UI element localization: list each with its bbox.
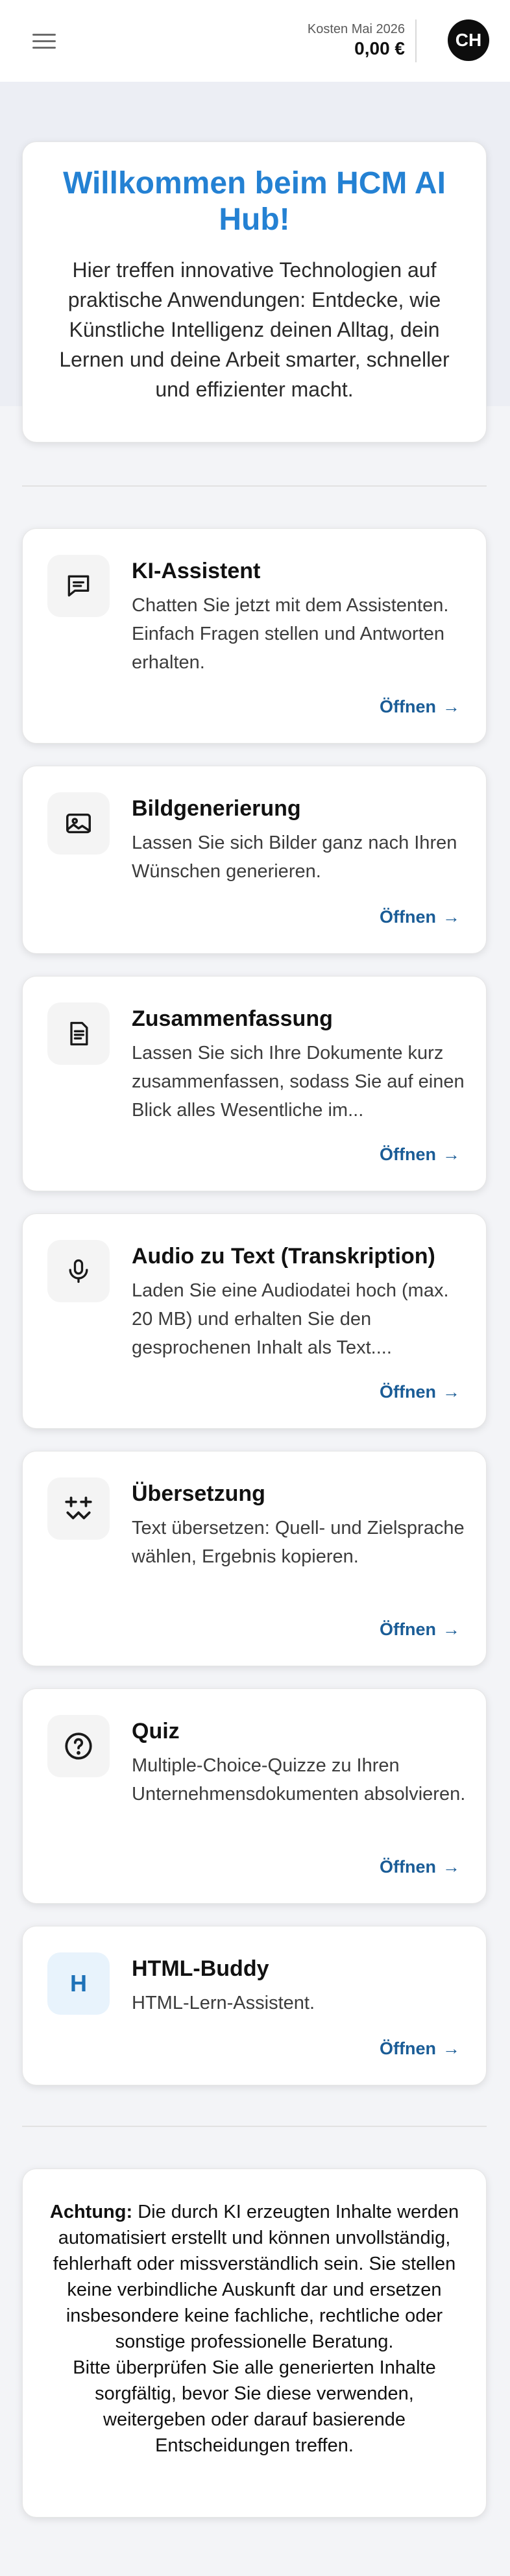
section-divider xyxy=(22,485,487,487)
welcome-text: Hier treffen innovative Technologien auf… xyxy=(59,258,450,401)
tool-description: HTML-Lern-Assistent. xyxy=(132,1993,315,2013)
arrow-right-icon: → xyxy=(443,1382,460,1402)
cost-label: Kosten Mai 2026 xyxy=(307,22,405,36)
open-button[interactable]: Öffnen → xyxy=(380,1857,460,1877)
question-circle-icon xyxy=(47,1715,110,1777)
tool-title: Audio zu Text (Transkription) xyxy=(132,1244,435,1269)
document-icon xyxy=(47,1002,110,1065)
tool-card-uebersetzung[interactable]: Übersetzung Text übersetzen: Quell- und … xyxy=(22,1451,487,1666)
image-icon xyxy=(47,792,110,855)
cost-display: Kosten Mai 2026 0,00 € xyxy=(308,21,405,60)
section-divider xyxy=(22,2126,487,2127)
open-button[interactable]: Öffnen → xyxy=(380,1620,460,1640)
tool-description: Chatten Sie jetzt mit dem Assistenten. E… xyxy=(132,595,449,673)
disclaimer-note: Bitte überprüfen Sie alle generierten In… xyxy=(73,2357,436,2456)
tool-description: Multiple-Choice-Quizze zu Ihren Unterneh… xyxy=(132,1755,466,1804)
tool-title: Bildgenerierung xyxy=(132,796,301,821)
arrow-right-icon: → xyxy=(443,2039,460,2058)
microphone-icon xyxy=(47,1240,110,1302)
open-button[interactable]: Öffnen → xyxy=(380,697,460,717)
open-label: Öffnen xyxy=(380,1620,436,1639)
open-label: Öffnen xyxy=(380,907,436,927)
tool-card-bildgenerierung[interactable]: Bildgenerierung Lassen Sie sich Bilder g… xyxy=(22,766,487,954)
tool-title: KI-Assistent xyxy=(132,559,261,583)
disclaimer-card: Achtung: Die durch KI erzeugten Inhalte … xyxy=(22,2169,487,2518)
cost-value: 0,00 € xyxy=(354,38,405,58)
welcome-card: Willkommen beim HCM AI Hub! Hier treffen… xyxy=(22,141,487,443)
open-button[interactable]: Öffnen → xyxy=(380,2039,460,2059)
tool-card-html-buddy[interactable]: H HTML-Buddy HTML-Lern-Assistent. Öffnen… xyxy=(22,1926,487,2085)
tool-title: Übersetzung xyxy=(132,1481,265,1506)
tool-description: Lassen Sie sich Ihre Dokumente kurz zusa… xyxy=(132,1043,465,1121)
header-divider xyxy=(415,19,417,62)
arrow-right-icon: → xyxy=(443,1620,460,1639)
hamburger-menu-icon[interactable] xyxy=(29,29,60,55)
html-buddy-letter-icon: H xyxy=(47,1952,110,2015)
tool-description: Lassen Sie sich Bilder ganz nach Ihren W… xyxy=(132,832,457,882)
tool-title: HTML-Buddy xyxy=(132,1956,269,1981)
open-label: Öffnen xyxy=(380,1145,436,1164)
tool-description: Laden Sie eine Audiodatei hoch (max. 20 … xyxy=(132,1280,449,1358)
arrow-right-icon: → xyxy=(443,1857,460,1877)
disclaimer-paragraph: Achtung: Die durch KI erzeugten Inhalte … xyxy=(49,2199,460,2355)
top-bar: Kosten Mai 2026 0,00 € CH xyxy=(0,0,510,82)
arrow-right-icon: → xyxy=(443,697,460,716)
welcome-title: Willkommen beim HCM AI Hub! xyxy=(63,166,446,237)
open-label: Öffnen xyxy=(380,1382,436,1402)
tool-title: Quiz xyxy=(132,1719,180,1744)
avatar[interactable]: CH xyxy=(448,19,489,61)
chat-bubble-icon xyxy=(47,555,110,617)
open-label: Öffnen xyxy=(380,697,436,716)
open-button[interactable]: Öffnen → xyxy=(380,907,460,927)
open-button[interactable]: Öffnen → xyxy=(380,1382,460,1402)
tool-description: Text übersetzen: Quell- und Zielsprache … xyxy=(132,1518,465,1567)
tool-card-ki-assistent[interactable]: KI-Assistent Chatten Sie jetzt mit dem A… xyxy=(22,528,487,744)
open-label: Öffnen xyxy=(380,1857,436,1877)
tool-card-audio-zu-text[interactable]: Audio zu Text (Transkription) Laden Sie … xyxy=(22,1213,487,1429)
arrow-right-icon: → xyxy=(443,907,460,927)
tool-card-zusammenfassung[interactable]: Zusammenfassung Lassen Sie sich Ihre Dok… xyxy=(22,976,487,1191)
translate-arrows-icon xyxy=(47,1477,110,1540)
open-button[interactable]: Öffnen → xyxy=(380,1145,460,1165)
open-label: Öffnen xyxy=(380,2039,436,2058)
disclaimer-text: Die durch KI erzeugten Inhalte werden au… xyxy=(53,2202,459,2352)
tool-card-quiz[interactable]: Quiz Multiple-Choice-Quizze zu Ihren Unt… xyxy=(22,1688,487,1904)
arrow-right-icon: → xyxy=(443,1145,460,1164)
disclaimer-label: Achtung: xyxy=(49,2202,133,2222)
tool-title: Zusammenfassung xyxy=(132,1006,333,1031)
